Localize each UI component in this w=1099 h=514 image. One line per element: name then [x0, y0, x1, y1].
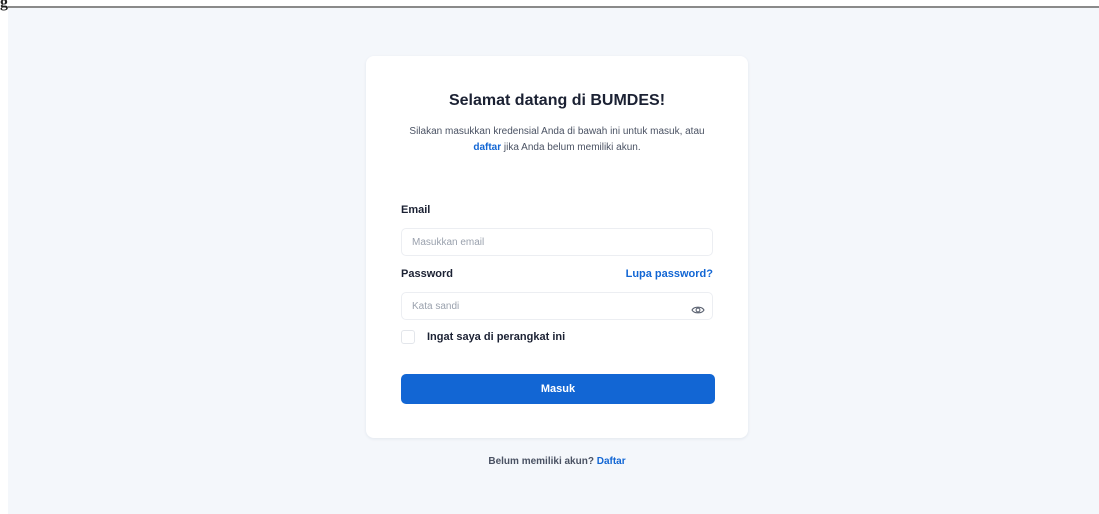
register-inline-link[interactable]: daftar	[473, 142, 501, 153]
password-field[interactable]	[401, 292, 713, 320]
subtitle-text-start: Silakan masukkan kredensial Anda di bawa…	[409, 126, 705, 137]
subtitle-text-end: jika Anda belum memiliki akun.	[501, 142, 641, 153]
clipped-heading-fragment: g	[0, 0, 8, 11]
email-field[interactable]	[401, 228, 713, 256]
email-label: Email	[401, 204, 431, 216]
forgot-password-link[interactable]: Lupa password?	[626, 268, 713, 280]
eye-icon[interactable]	[691, 304, 705, 316]
remember-me-label: Ingat saya di perangkat ini	[427, 331, 566, 343]
login-card: Selamat datang di BUMDES! Silakan masukk…	[366, 56, 748, 438]
password-label: Password	[401, 268, 453, 280]
page-background: Selamat datang di BUMDES! Silakan masukk…	[8, 8, 1099, 514]
register-prompt: Belum memiliki akun? Daftar	[366, 456, 748, 467]
welcome-subtitle: Silakan masukkan kredensial Anda di bawa…	[406, 124, 708, 156]
login-button[interactable]: Masuk	[401, 374, 715, 404]
register-prompt-text: Belum memiliki akun?	[488, 456, 597, 467]
remember-me-checkbox[interactable]	[401, 330, 415, 344]
register-link[interactable]: Daftar	[597, 456, 626, 467]
welcome-title: Selamat datang di BUMDES!	[448, 92, 666, 109]
